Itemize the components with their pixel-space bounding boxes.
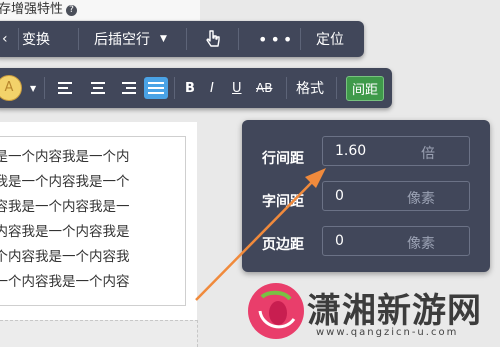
watermark-logo-icon (248, 283, 304, 339)
watermark-title: 潇湘新游网 (307, 291, 482, 331)
watermark-url: www.qangzicn-u.com (316, 327, 459, 338)
